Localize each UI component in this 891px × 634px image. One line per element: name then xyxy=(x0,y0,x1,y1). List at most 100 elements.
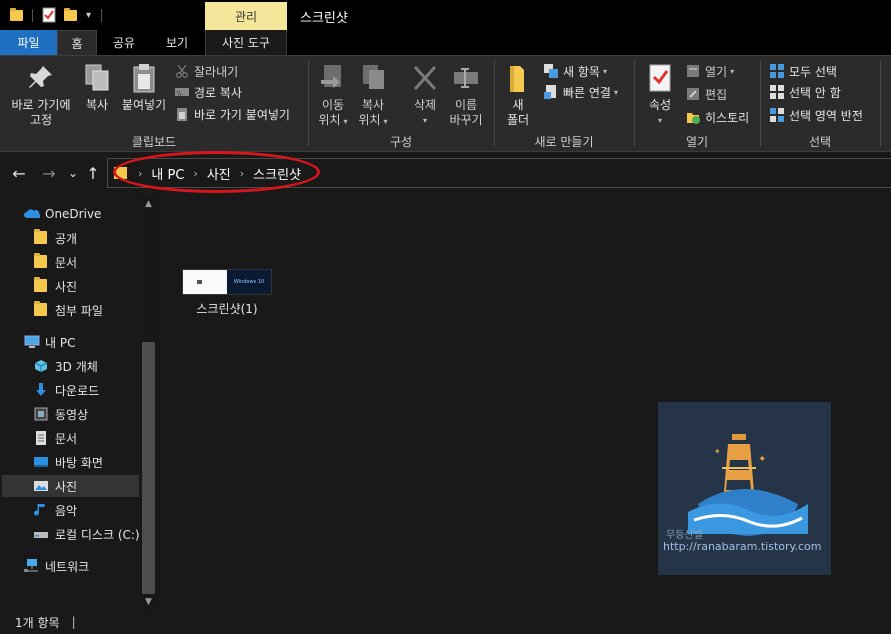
breadcrumb-this-pc[interactable]: 내 PC xyxy=(151,164,184,183)
delete-label: 삭제 xyxy=(413,98,437,112)
scroll-down-arrow-icon[interactable]: ▼ xyxy=(142,596,155,609)
group-label-organize: 구성 xyxy=(389,135,413,149)
address-bar[interactable]: › 내 PC › 사진 › 스크린샷 xyxy=(107,158,891,188)
recent-locations-chevron-icon[interactable]: ⌄ xyxy=(64,163,82,183)
nav-item-pictures-onedrive[interactable]: 사진 xyxy=(34,275,77,297)
scroll-up-arrow-icon[interactable]: ▲ xyxy=(142,198,155,211)
nav-item-network[interactable]: 네트워크 xyxy=(24,555,89,577)
new-item-button[interactable]: 새 항목 ▾ xyxy=(544,61,607,81)
open-button[interactable]: 열기 ▾ xyxy=(686,61,734,81)
tab-file[interactable]: 파일 xyxy=(0,30,57,55)
cube-icon xyxy=(34,359,48,373)
nav-item-public[interactable]: 공개 xyxy=(34,227,77,249)
nav-item-label: 문서 xyxy=(55,431,78,446)
nav-item-music[interactable]: 음악 xyxy=(34,499,77,521)
file-name: 스크린샷(1) xyxy=(196,302,258,316)
properties-quick-icon[interactable] xyxy=(42,6,56,24)
tab-view[interactable]: 보기 xyxy=(155,30,199,55)
invert-selection-icon xyxy=(770,108,784,122)
ribbon: 바로 가기에 고정 복사 붙여넣기 잘라내기 \\.. 경로 복사 바로 가기 … xyxy=(0,55,891,152)
move-to-label: 이동 위치 ▾ xyxy=(318,98,348,127)
copy-to-icon xyxy=(358,62,388,94)
edit-label: 편집 xyxy=(705,87,728,102)
nav-item-downloads[interactable]: 다운로드 xyxy=(34,379,99,401)
nav-item-desktop[interactable]: 바탕 화면 xyxy=(34,451,103,473)
cut-button[interactable]: 잘라내기 xyxy=(175,61,238,81)
select-none-label: 선택 안 함 xyxy=(789,85,841,100)
scrollbar-thumb[interactable] xyxy=(142,342,155,594)
breadcrumb-screenshots[interactable]: 스크린샷 xyxy=(253,164,301,183)
nav-item-documents-onedrive[interactable]: 문서 xyxy=(34,251,77,273)
new-item-label: 새 항목 xyxy=(563,64,600,79)
select-none-button[interactable]: 선택 안 함 xyxy=(770,82,841,102)
tab-picture-tools[interactable]: 사진 도구 xyxy=(205,30,287,55)
nav-item-local-disk[interactable]: 로컬 디스크 (C:) xyxy=(34,523,140,545)
properties-icon xyxy=(645,62,675,94)
properties-button[interactable]: 속성 ▾ xyxy=(640,62,680,128)
cloud-icon xyxy=(24,207,41,221)
nav-item-label: OneDrive xyxy=(45,207,102,221)
network-icon xyxy=(24,559,38,573)
context-tab-manage[interactable]: 관리 xyxy=(205,2,287,30)
delete-button[interactable]: 삭제 ▾ xyxy=(405,62,445,128)
tab-share[interactable]: 공유 xyxy=(102,30,146,55)
history-button[interactable]: 히스토리 xyxy=(686,107,749,127)
nav-item-attachments[interactable]: 첨부 파일 xyxy=(34,299,103,321)
divider xyxy=(880,60,881,146)
move-to-icon xyxy=(318,62,348,94)
nav-item-pictures[interactable]: 사진 xyxy=(2,475,139,497)
invert-selection-label: 선택 영역 반전 xyxy=(789,108,863,123)
invert-selection-button[interactable]: 선택 영역 반전 xyxy=(770,105,863,125)
paste-icon xyxy=(129,62,159,94)
nav-item-3d-objects[interactable]: 3D 개체 xyxy=(34,355,98,377)
customize-quick-access-icon[interactable]: ▾ xyxy=(86,6,91,24)
download-arrow-icon xyxy=(34,383,48,397)
select-all-button[interactable]: 모두 선택 xyxy=(770,61,837,81)
delete-x-icon xyxy=(410,62,440,94)
paste-button[interactable]: 붙여넣기 xyxy=(119,62,169,113)
new-item-icon xyxy=(544,64,558,78)
film-icon xyxy=(34,407,48,421)
pin-to-quick-access-button[interactable]: 바로 가기에 고정 xyxy=(6,62,76,128)
nav-item-label: 문서 xyxy=(55,255,78,270)
copy-path-button[interactable]: \\.. 경로 복사 xyxy=(175,82,242,102)
file-item-screenshot[interactable]: Windows 10 스크린샷(1) xyxy=(177,265,277,321)
title-bar: ▾ 관리 스크린샷 xyxy=(0,0,891,30)
tab-home[interactable]: 홈 xyxy=(57,30,97,55)
watermark-title: 무등산별 xyxy=(666,530,703,541)
breadcrumb-separator[interactable]: › xyxy=(138,167,142,180)
copy-to-button[interactable]: 복사 위치 ▾ xyxy=(353,62,393,129)
nav-item-label: 내 PC xyxy=(45,335,76,350)
nav-item-this-pc[interactable]: 내 PC xyxy=(24,331,75,353)
nav-item-videos[interactable]: 동영상 xyxy=(34,403,88,425)
breadcrumb-separator[interactable]: › xyxy=(240,167,244,180)
select-none-icon xyxy=(770,85,784,99)
select-all-icon xyxy=(770,64,784,78)
paste-shortcut-button[interactable]: 바로 가기 붙여넣기 xyxy=(175,104,290,124)
select-all-label: 모두 선택 xyxy=(789,64,837,79)
easy-access-button[interactable]: 빠른 연결 ▾ xyxy=(544,82,618,102)
new-folder-icon xyxy=(503,62,533,94)
nav-item-label: 첨부 파일 xyxy=(55,303,103,318)
move-to-button[interactable]: 이동 위치 ▾ xyxy=(313,62,353,129)
forward-arrow-icon[interactable]: → xyxy=(40,163,58,183)
up-arrow-icon[interactable]: ↑ xyxy=(84,163,102,183)
breadcrumb-separator[interactable]: › xyxy=(193,167,197,180)
picture-icon xyxy=(34,479,48,493)
breadcrumb-pictures[interactable]: 사진 xyxy=(207,164,231,183)
nav-item-onedrive[interactable]: OneDrive xyxy=(24,203,101,225)
nav-item-label: 사진 xyxy=(55,479,78,494)
back-arrow-icon[interactable]: ← xyxy=(10,163,28,183)
rename-button[interactable]: 이름 바꾸기 xyxy=(446,62,486,128)
paste-shortcut-label: 바로 가기 붙여넣기 xyxy=(194,107,290,122)
new-folder-button[interactable]: 새 폴더 xyxy=(500,62,536,128)
folder-icon xyxy=(34,253,48,269)
folder-icon[interactable] xyxy=(10,6,23,24)
file-thumbnail: Windows 10 xyxy=(182,269,272,295)
copy-button[interactable]: 복사 xyxy=(80,62,114,113)
nav-item-documents[interactable]: 문서 xyxy=(34,427,77,449)
svg-text:✦: ✦ xyxy=(714,447,721,456)
new-folder-quick-icon[interactable] xyxy=(64,6,77,24)
group-label-open: 열기 xyxy=(685,135,709,149)
edit-button[interactable]: 편집 xyxy=(686,84,727,104)
